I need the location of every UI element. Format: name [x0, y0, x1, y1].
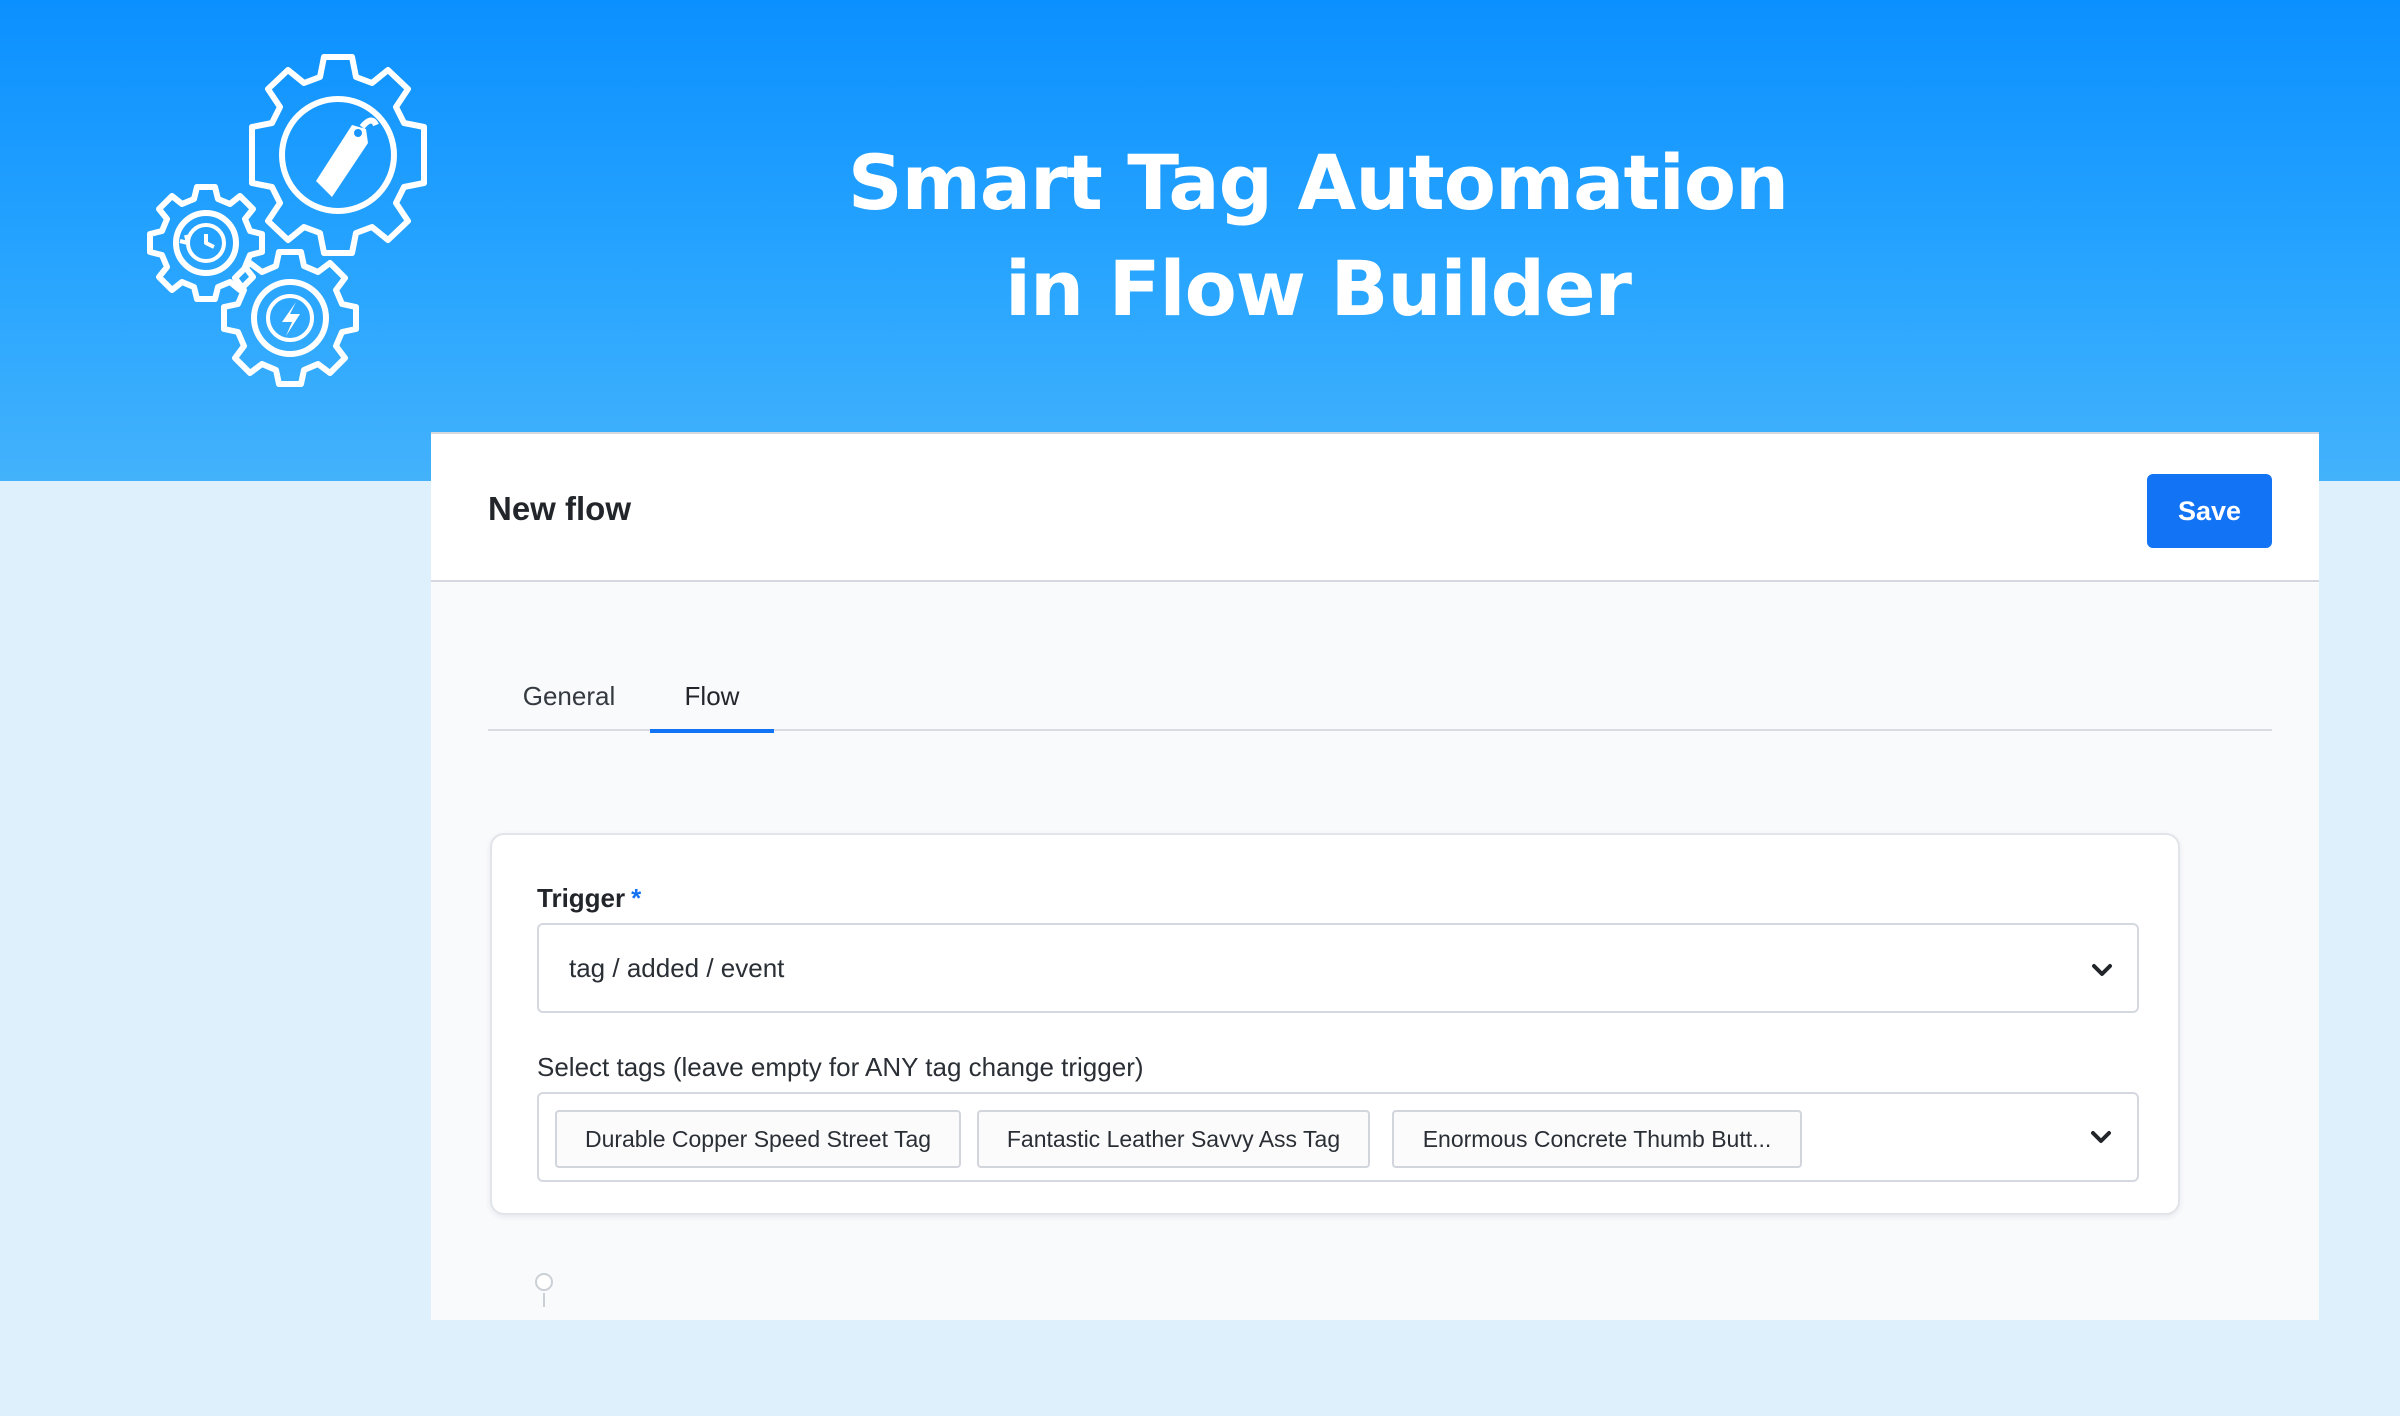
trigger-label: Trigger * — [537, 883, 641, 914]
trigger-select-value: tag / added / event — [569, 953, 785, 983]
chevron-down-icon — [2091, 1131, 2111, 1143]
hero-title-line-2: in Flow Builder — [1004, 244, 1632, 333]
gear-tag-icon — [249, 54, 427, 256]
hero-title-line-1: Smart Tag Automation — [847, 138, 1789, 227]
panel-header: New flow Save — [431, 432, 2319, 582]
trigger-label-text: Trigger — [537, 883, 626, 913]
required-mark: * — [631, 883, 642, 913]
flow-connector-node[interactable] — [535, 1273, 553, 1291]
chevron-down-icon — [2092, 964, 2112, 976]
save-button[interactable]: Save — [2147, 474, 2272, 548]
tab-flow[interactable]: Flow — [650, 667, 774, 733]
gear-history-icon — [147, 184, 265, 302]
gear-lightning-icon — [221, 249, 359, 387]
automation-gears-logo — [147, 54, 427, 387]
flow-editor-panel: New flow Save General Flow Trigger * tag … — [431, 432, 2319, 1320]
tags-multiselect[interactable]: Durable Copper Speed Street Tag Fantasti… — [537, 1092, 2139, 1182]
trigger-select[interactable]: tag / added / event — [537, 923, 2139, 1013]
hero-title: Smart Tag Automation in Flow Builder — [700, 130, 1936, 342]
tab-bar: General Flow — [488, 667, 2272, 733]
tags-label: Select tags (leave empty for ANY tag cha… — [537, 1052, 1144, 1082]
hero-banner: Smart Tag Automation in Flow Builder — [0, 0, 2400, 481]
tag-chip[interactable]: Enormous Concrete Thumb Butt... — [1392, 1110, 1802, 1168]
tab-general[interactable]: General — [488, 667, 650, 731]
tag-chip[interactable]: Durable Copper Speed Street Tag — [555, 1110, 961, 1168]
page-title: New flow — [488, 490, 632, 527]
trigger-card: Trigger * tag / added / event Select tags… — [490, 833, 2180, 1215]
flow-connector-line — [543, 1293, 545, 1307]
tag-chip[interactable]: Fantastic Leather Savvy Ass Tag — [977, 1110, 1370, 1168]
